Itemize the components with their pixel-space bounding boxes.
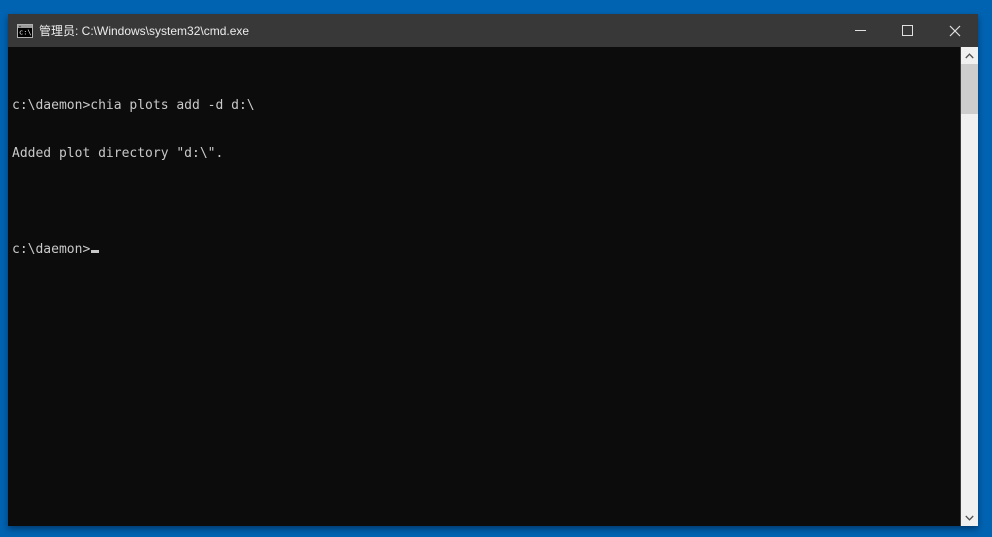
- text-cursor: [91, 250, 100, 253]
- svg-text:c:\: c:\: [19, 28, 32, 36]
- cmd-icon: c:\: [17, 23, 33, 38]
- cmd-window: c:\ 管理员: C:\Windows\system32\cmd.exe c:\…: [8, 14, 978, 526]
- minimize-button[interactable]: [837, 14, 884, 47]
- terminal-line: c:\daemon>chia plots add -d d:\: [12, 98, 255, 113]
- terminal-prompt: c:\daemon>: [12, 242, 91, 257]
- vertical-scrollbar: [960, 47, 978, 526]
- scrollbar-thumb[interactable]: [961, 64, 978, 114]
- chevron-up-icon: [965, 52, 974, 58]
- desktop-background: c:\ 管理员: C:\Windows\system32\cmd.exe c:\…: [0, 0, 992, 537]
- scroll-down-button[interactable]: [961, 509, 978, 526]
- maximize-button[interactable]: [884, 14, 931, 47]
- scroll-up-button[interactable]: [961, 47, 978, 64]
- client-area: c:\daemon>chia plots add -d d:\ Added pl…: [8, 47, 978, 526]
- close-button[interactable]: [931, 14, 978, 47]
- window-title: 管理员: C:\Windows\system32\cmd.exe: [39, 24, 250, 38]
- close-icon: [949, 25, 960, 36]
- minimize-icon: [855, 30, 866, 31]
- terminal-line: Added plot directory "d:\".: [12, 146, 224, 161]
- chevron-down-icon: [965, 515, 974, 521]
- maximize-icon: [902, 25, 913, 36]
- scrollbar-track[interactable]: [961, 64, 978, 509]
- terminal-screen[interactable]: c:\daemon>chia plots add -d d:\ Added pl…: [8, 47, 960, 526]
- titlebar[interactable]: c:\ 管理员: C:\Windows\system32\cmd.exe: [8, 14, 978, 47]
- terminal-prompt-line: c:\daemon>: [12, 242, 956, 258]
